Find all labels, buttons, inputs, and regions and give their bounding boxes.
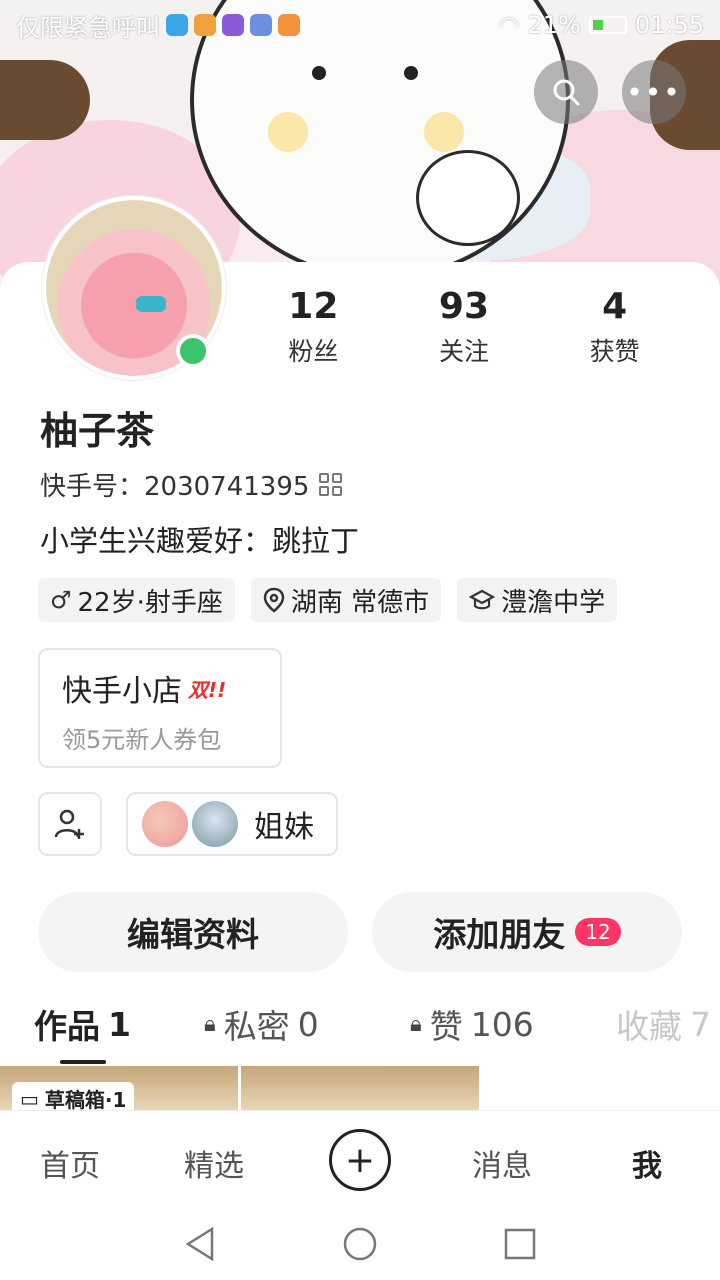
profile-stats: 12 粉丝 93 关注 4 获赞	[238, 286, 690, 368]
tag-label: 澧澹中学	[501, 587, 606, 618]
status-bar: 仅限紧急呼叫 ◠ 21% 01:55	[0, 0, 720, 50]
tag-age[interactable]: ♂ 22岁·射手座	[38, 578, 235, 622]
group-member-avatar	[192, 801, 238, 847]
nav-featured[interactable]: 精选	[184, 1141, 244, 1185]
tab-label: 作品	[34, 1007, 100, 1046]
banner-character-cheek	[424, 112, 464, 152]
lock-icon: 🔒︎	[410, 1011, 422, 1037]
qr-code-icon[interactable]	[319, 473, 343, 496]
location-icon	[263, 587, 285, 613]
tab-label: 收藏	[616, 1007, 682, 1046]
create-button[interactable]: +	[329, 1129, 391, 1191]
add-friend-count-badge: 12	[575, 918, 621, 946]
search-button[interactable]	[534, 60, 598, 124]
search-icon	[553, 79, 580, 106]
lock-icon: 🔒︎	[204, 1011, 216, 1037]
tab-label: 赞	[429, 1007, 463, 1046]
tag-label: 22岁·射手座	[77, 587, 223, 618]
profile-tags: ♂ 22岁·射手座 湖南 常德市 澧澹中学	[38, 578, 618, 622]
more-button[interactable]: •••	[622, 60, 686, 124]
school-icon	[469, 589, 496, 610]
app-notification-icon	[278, 14, 300, 36]
stat-value: 4	[602, 286, 628, 327]
edit-profile-label: 编辑资料	[127, 915, 259, 954]
online-status-icon	[176, 334, 210, 368]
shop-badge: 双!!	[188, 677, 227, 702]
stat-following[interactable]: 93 关注	[394, 286, 534, 368]
work-thumbnail[interactable]: ▭ 草稿箱·1	[0, 1066, 238, 1110]
nav-messages[interactable]: 消息	[472, 1141, 532, 1185]
kuaishou-id-text: 快手号：2030741395	[40, 472, 310, 502]
content-tabs: 作品 1 🔒︎ 私密 0 🔒︎ 赞 106 收藏 7	[0, 1000, 720, 1066]
clock: 01:55	[634, 11, 704, 39]
group-sisters[interactable]: 姐妹	[126, 792, 338, 856]
app-notification-icon	[194, 14, 216, 36]
home-icon[interactable]	[342, 1226, 378, 1262]
stat-label: 粉丝	[288, 337, 339, 366]
banner-character-cheek	[268, 112, 308, 152]
kuaishou-id[interactable]: 快手号：2030741395	[40, 466, 343, 503]
battery-percent: 21%	[527, 11, 581, 39]
gender-icon: ♂	[50, 586, 72, 614]
tag-school[interactable]: 澧澹中学	[457, 578, 618, 622]
tag-label: 湖南 常德市	[290, 587, 430, 618]
app-notification-icon	[166, 14, 188, 36]
tab-liked[interactable]: 🔒︎ 赞 106	[410, 1000, 534, 1048]
group-label: 姐妹	[254, 810, 314, 845]
draft-label: 草稿箱·1	[44, 1088, 127, 1110]
nav-me[interactable]: 我	[632, 1141, 662, 1185]
tag-location[interactable]: 湖南 常德市	[250, 578, 442, 622]
banner-mini-character	[416, 150, 520, 246]
draft-box-badge: ▭ 草稿箱·1	[12, 1082, 135, 1111]
app-notification-icon	[250, 14, 272, 36]
tab-count: 0	[297, 1004, 319, 1044]
active-tab-indicator	[60, 1060, 106, 1064]
tab-private[interactable]: 🔒︎ 私密 0	[204, 1000, 319, 1048]
shop-title: 快手小店	[62, 674, 182, 709]
add-follower-button[interactable]	[38, 792, 102, 856]
recents-icon[interactable]	[504, 1228, 536, 1260]
stat-value: 12	[288, 286, 339, 327]
tab-works[interactable]: 作品 1	[34, 1000, 131, 1048]
banner-decoration	[0, 60, 90, 140]
add-friend-button[interactable]: 添加朋友 12	[372, 892, 682, 972]
group-member-avatar	[142, 801, 188, 847]
banner-character-eye	[404, 66, 418, 80]
add-friend-label: 添加朋友	[433, 915, 566, 954]
profile-bio: 小学生兴趣爱好：跳拉丁	[40, 524, 360, 558]
wifi-icon: ◠	[498, 11, 520, 39]
battery-icon	[588, 16, 627, 34]
plus-icon: +	[344, 1139, 376, 1181]
back-icon[interactable]	[184, 1226, 216, 1262]
tab-label: 私密	[223, 1007, 290, 1046]
tab-count: 7	[690, 1004, 711, 1044]
kuaishou-shop-card[interactable]: 快手小店 双!! 领5元新人券包	[38, 648, 282, 768]
tab-favorites[interactable]: 收藏 7	[616, 1000, 720, 1048]
stat-label: 获赞	[589, 337, 640, 366]
tab-count: 1	[108, 1004, 131, 1044]
works-grid: ▭ 草稿箱·1	[0, 1066, 720, 1110]
tab-count: 106	[470, 1004, 534, 1044]
work-thumbnail[interactable]	[241, 1066, 479, 1110]
nav-home[interactable]: 首页	[40, 1141, 100, 1185]
carrier-text: 仅限紧急呼叫	[16, 13, 160, 42]
stat-likes[interactable]: 4 获赞	[545, 286, 685, 368]
add-user-icon	[54, 809, 84, 839]
banner-character-eye	[312, 66, 326, 80]
folder-icon: ▭	[20, 1086, 39, 1111]
stat-value: 93	[438, 286, 490, 327]
bottom-nav: 首页 精选 + 消息 我	[0, 1110, 720, 1210]
stat-label: 关注	[438, 337, 489, 366]
stat-fans[interactable]: 12 粉丝	[243, 286, 383, 368]
shop-subtitle: 领5元新人券包	[62, 726, 222, 754]
system-nav-bar	[0, 1210, 720, 1280]
profile-name: 柚子茶	[40, 409, 155, 453]
edit-profile-button[interactable]: 编辑资料	[38, 892, 348, 972]
app-notification-icon	[222, 14, 244, 36]
avatar-bow	[136, 296, 166, 312]
more-icon: •••	[626, 75, 682, 109]
